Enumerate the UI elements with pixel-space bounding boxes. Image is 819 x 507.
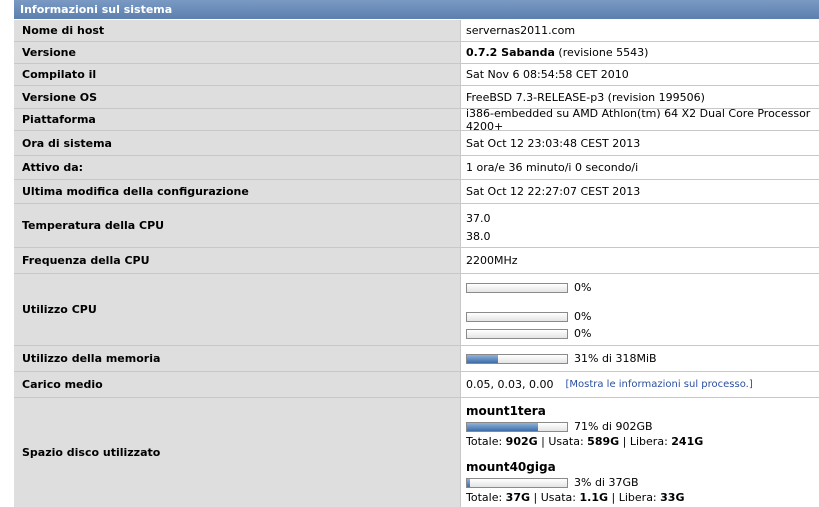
value-build: Sat Nov 6 08:54:58 CET 2010: [466, 68, 629, 81]
label-lastconfig: Ultima modifica della configurazione: [14, 180, 461, 203]
value-lastconfig: Sat Oct 12 22:27:07 CEST 2013: [466, 185, 641, 198]
mount-free-label: | Libera:: [622, 435, 668, 448]
mount-used-label: | Usata:: [541, 435, 584, 448]
row-uptime: Attivo da: 1 ora/e 36 minuto/i 0 secondo…: [14, 156, 819, 180]
row-lastconfig: Ultima modifica della configurazione Sat…: [14, 180, 819, 204]
label-disk: Spazio disco utilizzato: [14, 398, 461, 507]
version-revision: (revisione 5543): [558, 46, 649, 59]
mount-total-label: Totale:: [466, 435, 503, 448]
mount-usage: 71% di 902GB: [466, 420, 703, 433]
value-disk: mount1tera 71% di 902GB Totale: 902G | U…: [466, 398, 819, 507]
mount-details: Totale: 902G | Usata: 589G | Libera: 241…: [466, 435, 703, 448]
value-os: FreeBSD 7.3-RELEASE-p3 (revision 199506): [466, 90, 705, 104]
mount-usage-bar: [466, 477, 568, 488]
mount-used: 1.1G: [579, 491, 609, 504]
cpu-usage-total: 0%: [466, 281, 591, 294]
value-hostname: servernas2011.com: [466, 24, 576, 37]
mount-name: mount40giga: [466, 460, 556, 474]
mount-usage-fill: [467, 478, 470, 487]
mount-usage: 3% di 37GB: [466, 476, 684, 489]
row-hostname: Nome di host servernas2011.com: [14, 20, 819, 42]
mount-total-label: Totale:: [466, 491, 503, 504]
mount-free-label: | Libera:: [611, 491, 657, 504]
mount-usage-fill: [467, 422, 538, 431]
memory-usage-text: 31% di 318MiB: [574, 352, 657, 365]
cpu-usage-core-1-bar: [466, 328, 568, 339]
mount-used-label: | Usata:: [533, 491, 577, 504]
value-systime: Sat Oct 12 23:03:48 CEST 2013: [466, 136, 641, 150]
label-cpuusage: Utilizzo CPU: [14, 274, 461, 345]
value-cpufreq: 2200MHz: [466, 254, 518, 267]
mount-usage-bar: [466, 421, 568, 432]
panel-title: Informazioni sul sistema: [20, 3, 173, 16]
memory-usage-fill: [467, 354, 498, 363]
value-platform: i386-embedded su AMD Athlon(tm) 64 X2 Du…: [466, 106, 811, 133]
cpu-usage-core-0-text: 0%: [574, 310, 592, 323]
cpu-usage-core-1: 0%: [466, 327, 591, 340]
value-cputemp: 37.0 38.0: [466, 204, 819, 247]
mount-free: 33G: [660, 491, 685, 504]
row-load: Carico medio 0.05, 0.03, 0.00 [Mostra le…: [14, 372, 819, 398]
value-cpuusage: 0% 0% 0%: [466, 274, 819, 345]
cpu-usage-core-0: 0%: [466, 310, 591, 323]
label-hostname: Nome di host: [14, 20, 461, 41]
row-memory: Utilizzo della memoria 31% di 318MiB: [14, 346, 819, 372]
row-cputemp: Temperatura della CPU 37.0 38.0: [14, 204, 819, 248]
value-load: 0.05, 0.03, 0.00 [Mostra le informazioni…: [466, 372, 819, 397]
version-number: 0.7.2 Sabanda: [466, 46, 555, 59]
load-average-value: 0.05, 0.03, 0.00: [466, 378, 554, 391]
mount-usage-text: 71% di 902GB: [574, 420, 653, 433]
label-uptime: Attivo da:: [14, 156, 461, 179]
mount-total: 37G: [505, 491, 531, 504]
row-systime: Ora di sistema Sat Oct 12 23:03:48 CEST …: [14, 131, 819, 156]
label-build: Compilato il: [14, 64, 461, 85]
cputemp-core-1: 38.0: [466, 230, 491, 243]
label-cputemp: Temperatura della CPU: [14, 204, 461, 247]
cpu-usage-total-text: 0%: [574, 281, 592, 294]
row-cpuusage: Utilizzo CPU 0% 0% 0%: [14, 274, 819, 346]
label-load: Carico medio: [14, 372, 461, 397]
cpu-usage-core-1-text: 0%: [574, 327, 592, 340]
cpu-usage-total-bar: [466, 282, 568, 293]
value-memory: 31% di 318MiB: [466, 346, 819, 371]
mount-name: mount1tera: [466, 404, 546, 418]
cputemp-core-0: 37.0: [466, 212, 491, 225]
mount-used: 589G: [587, 435, 620, 448]
mount-block: mount1tera 71% di 902GB Totale: 902G | U…: [466, 404, 703, 448]
mount-free: 241G: [671, 435, 704, 448]
label-systime: Ora di sistema: [14, 131, 461, 155]
show-process-info-link[interactable]: [Mostra le informazioni sul processo.]: [565, 379, 752, 390]
label-memory: Utilizzo della memoria: [14, 346, 461, 371]
label-version: Versione: [14, 42, 461, 63]
label-platform: Piattaforma: [14, 109, 461, 130]
row-disk: Spazio disco utilizzato mount1tera 71% d…: [14, 398, 819, 507]
value-uptime: 1 ora/e 36 minuto/i 0 secondo/i: [466, 161, 639, 174]
mount-block: mount40giga 3% di 37GB Totale: 37G | Usa…: [466, 460, 684, 504]
label-os: Versione OS: [14, 86, 461, 108]
panel-header: Informazioni sul sistema: [14, 0, 819, 19]
row-cpufreq: Frequenza della CPU 2200MHz: [14, 248, 819, 274]
label-cpufreq: Frequenza della CPU: [14, 248, 461, 273]
row-build: Compilato il Sat Nov 6 08:54:58 CET 2010: [14, 64, 819, 86]
row-version: Versione 0.7.2 Sabanda (revisione 5543): [14, 42, 819, 64]
row-platform: Piattaforma i386-embedded su AMD Athlon(…: [14, 106, 819, 133]
value-version: 0.7.2 Sabanda (revisione 5543): [466, 42, 819, 63]
cpu-usage-core-0-bar: [466, 311, 568, 322]
mount-details: Totale: 37G | Usata: 1.1G | Libera: 33G: [466, 491, 684, 504]
mount-total: 902G: [505, 435, 538, 448]
mount-usage-text: 3% di 37GB: [574, 476, 639, 489]
memory-usage-bar: [466, 353, 568, 364]
